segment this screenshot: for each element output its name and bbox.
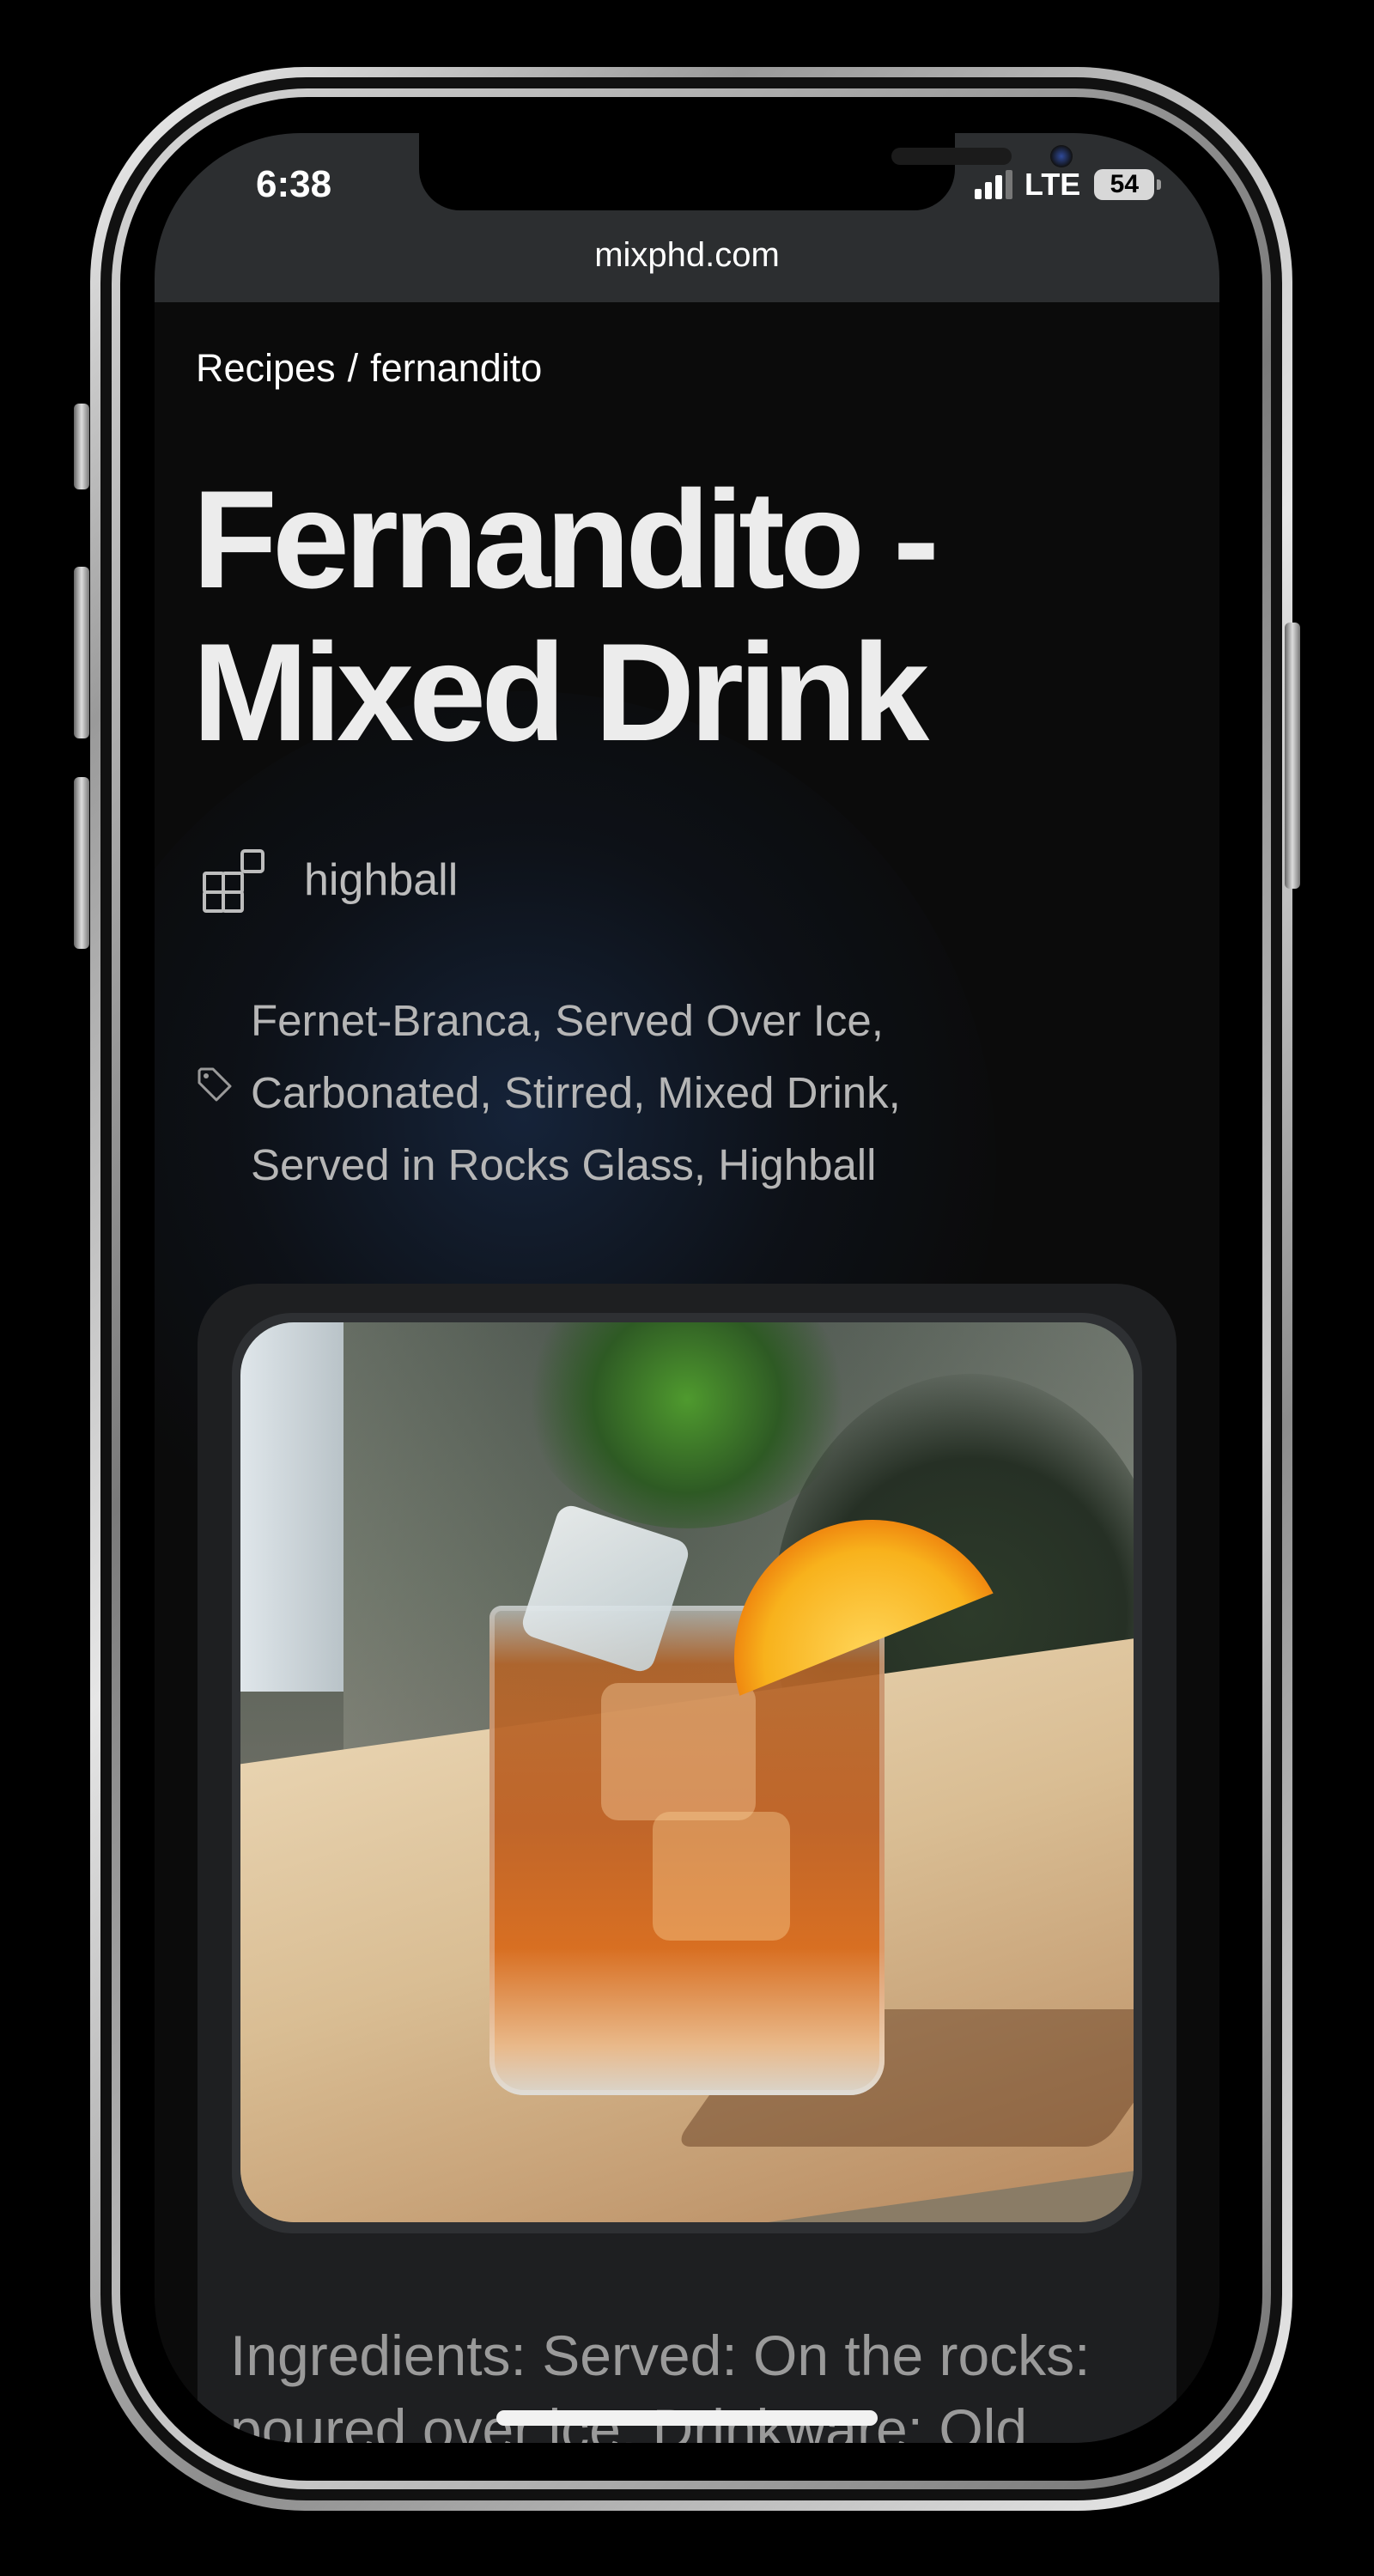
tag-list: Fernet-Branca, Served Over Ice, Carbonat… bbox=[251, 996, 901, 1189]
browser-toolbar: 6:38 LTE 54 mixphd.com bbox=[155, 133, 1219, 302]
volume-up-button bbox=[74, 567, 89, 738]
network-type: LTE bbox=[1024, 167, 1081, 202]
breadcrumb-separator: / bbox=[347, 346, 359, 390]
status-time: 6:38 bbox=[256, 163, 332, 205]
breadcrumb: Recipes / fernandito bbox=[196, 346, 542, 391]
glass-type-row: highball bbox=[199, 844, 458, 916]
status-indicators: LTE 54 bbox=[975, 166, 1162, 204]
power-button bbox=[1285, 623, 1300, 889]
glass-type-icon bbox=[203, 849, 264, 913]
volume-down-button bbox=[74, 777, 89, 949]
breadcrumb-current: fernandito bbox=[370, 346, 543, 390]
tag-icon bbox=[198, 1067, 232, 1102]
front-camera bbox=[1050, 145, 1073, 167]
speaker bbox=[891, 148, 1012, 165]
battery-icon: 54 bbox=[1094, 169, 1162, 200]
notch bbox=[419, 133, 1073, 210]
glass-type-label[interactable]: highball bbox=[304, 854, 458, 906]
silent-switch bbox=[74, 404, 89, 489]
url-bar[interactable]: mixphd.com bbox=[155, 236, 1219, 275]
signal-icon bbox=[975, 170, 1012, 199]
cocktail-photo bbox=[240, 1322, 1134, 2222]
breadcrumb-recipes-link[interactable]: Recipes bbox=[196, 346, 336, 390]
phone-screen: 6:38 LTE 54 mixphd.com Recipes / fernandit… bbox=[155, 133, 1219, 2443]
page-title: Fernandito - Mixed Drink bbox=[192, 462, 939, 770]
home-indicator[interactable] bbox=[496, 2410, 878, 2426]
ingredients-line-1: Ingredients: Served: On the rocks: bbox=[230, 2324, 1091, 2387]
battery-level: 54 bbox=[1110, 170, 1140, 198]
